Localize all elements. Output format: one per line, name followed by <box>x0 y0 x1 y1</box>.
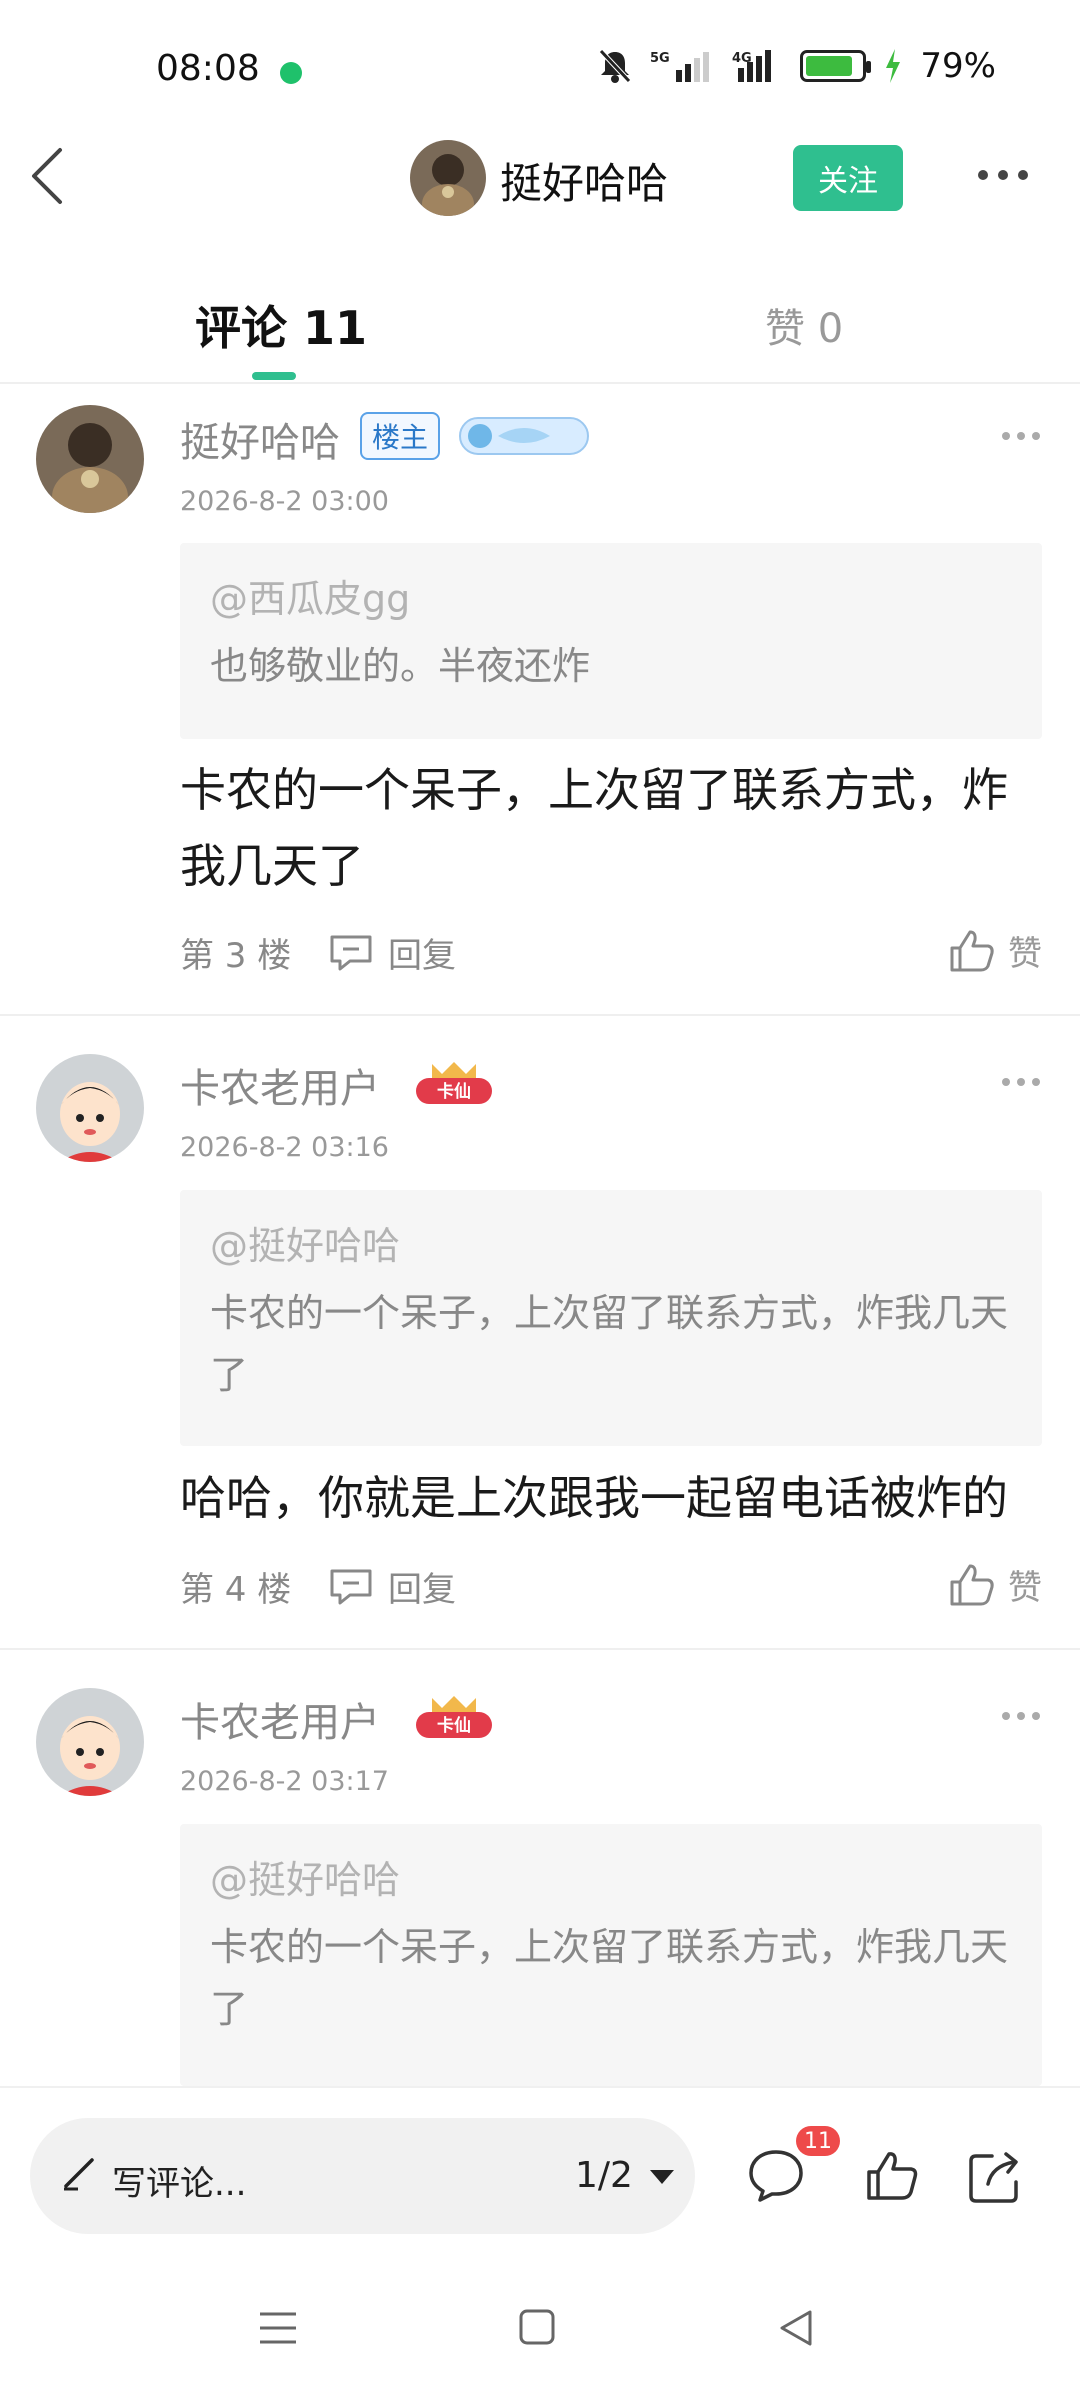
comment-bubble-icon[interactable] <box>746 2146 806 2206</box>
level-badge: 卡仙 <box>408 1058 500 1114</box>
quoted-comment[interactable]: @西瓜皮gg 也够敬业的。半夜还炸 <box>180 543 1042 739</box>
quoted-user: @挺好哈哈 <box>210 1858 401 1902</box>
level-badge: 卡仙 <box>408 1692 500 1748</box>
wechat-notification-icon <box>280 62 302 84</box>
comment-user-name[interactable]: 挺好哈哈 <box>180 410 340 468</box>
svg-text:5G: 5G <box>650 51 670 66</box>
reply-bubble-icon <box>330 1569 372 1604</box>
battery-icon <box>800 50 872 82</box>
signal-5g-icon: 5G <box>650 51 710 82</box>
comment-user-name[interactable]: 卡农老用户 <box>180 1056 380 1114</box>
reply-label: 回复 <box>388 1570 456 1610</box>
system-nav-bar <box>0 2250 1080 2400</box>
comment-time: 2026-8-2 03:17 <box>180 1766 389 1797</box>
like-button[interactable]: 赞 <box>948 926 1042 975</box>
comment-text: 卡农的一个呆子，上次留了联系方式，炸我几天了 <box>180 763 1008 893</box>
more-options-icon[interactable] <box>978 170 1028 180</box>
like-label: 赞 <box>1008 934 1042 974</box>
comment-separator <box>0 1648 1080 1650</box>
menu-icon[interactable] <box>258 2310 298 2346</box>
reply-button[interactable]: 回复 <box>328 928 456 977</box>
page-indicator[interactable]: 1/2 <box>575 2155 633 2196</box>
reply-button[interactable]: 回复 <box>328 1562 456 1611</box>
status-icons: 5G 4G 79% <box>598 46 996 86</box>
avatar[interactable] <box>36 405 144 513</box>
quoted-text: 卡农的一个呆子，上次留了联系方式，炸我几天了 <box>210 1291 1009 1397</box>
battery-percent: 79% <box>920 46 996 86</box>
active-tab-indicator <box>252 372 296 380</box>
status-time: 08:08 <box>156 48 260 89</box>
comment-more-icon[interactable] <box>1002 1712 1040 1720</box>
tab-likes[interactable]: 赞 0 <box>765 296 843 354</box>
write-comment-placeholder[interactable]: 写评论... <box>112 2156 246 2205</box>
quoted-comment[interactable]: @挺好哈哈 卡农的一个呆子，上次留了联系方式，炸我几天了 <box>180 1824 1042 2086</box>
status-bar: 08:08 5G 4G 79% <box>0 0 1080 140</box>
home-icon[interactable] <box>518 2308 556 2346</box>
back-chevron-icon[interactable] <box>28 146 68 206</box>
quoted-text: 也够敬业的。半夜还炸 <box>210 644 591 688</box>
comment-count-badge: 11 <box>796 2126 840 2156</box>
pencil-icon <box>64 2158 94 2191</box>
avatar[interactable] <box>36 1054 144 1162</box>
quoted-text: 卡农的一个呆子，上次留了联系方式，炸我几天了 <box>210 1925 1009 2031</box>
thumbs-up-icon <box>950 930 994 971</box>
header-user-name[interactable]: 挺好哈哈 <box>500 150 668 211</box>
mute-bell-icon <box>599 49 632 83</box>
like-label: 赞 <box>1008 1568 1042 1608</box>
quoted-user: @挺好哈哈 <box>210 1224 401 1268</box>
comment-user-name[interactable]: 卡农老用户 <box>180 1690 380 1748</box>
like-button[interactable]: 赞 <box>948 1560 1042 1609</box>
thumbs-up-action-icon[interactable] <box>864 2148 920 2204</box>
quoted-comment[interactable]: @挺好哈哈 卡农的一个呆子，上次留了联系方式，炸我几天了 <box>180 1190 1042 1446</box>
floor-number: 第 4 楼 <box>180 1570 292 1610</box>
comment-text: 哈哈，你就是上次跟我一起留电话被炸的 <box>180 1471 1008 1525</box>
back-triangle-icon[interactable] <box>776 2308 814 2348</box>
tab-divider <box>0 382 1080 384</box>
page-dropdown-icon[interactable] <box>650 2170 674 2184</box>
decoration-badge-icon <box>459 417 589 455</box>
floor-number: 第 3 楼 <box>180 936 292 976</box>
comment-more-icon[interactable] <box>1002 1078 1040 1086</box>
level-badge-text: 卡仙 <box>437 1081 471 1102</box>
quoted-user: @西瓜皮gg <box>210 577 411 621</box>
signal-4g-icon: 4G <box>732 50 772 82</box>
header-avatar[interactable] <box>410 140 486 216</box>
comment-separator <box>0 1014 1080 1016</box>
level-badge-text: 卡仙 <box>437 1715 471 1736</box>
reply-bubble-icon <box>330 935 372 970</box>
reply-label: 回复 <box>388 936 456 976</box>
comment-time: 2026-8-2 03:16 <box>180 1132 389 1163</box>
thumbs-up-icon <box>950 1564 994 1605</box>
share-icon[interactable] <box>966 2146 1026 2206</box>
comment-time: 2026-8-2 03:00 <box>180 486 389 517</box>
follow-button[interactable]: 关注 <box>793 145 903 211</box>
tab-comments[interactable]: 评论 11 <box>195 292 367 358</box>
avatar[interactable] <box>36 1688 144 1796</box>
host-badge: 楼主 <box>360 412 441 460</box>
charging-bolt-icon <box>886 49 901 83</box>
comment-more-icon[interactable] <box>1002 432 1040 440</box>
